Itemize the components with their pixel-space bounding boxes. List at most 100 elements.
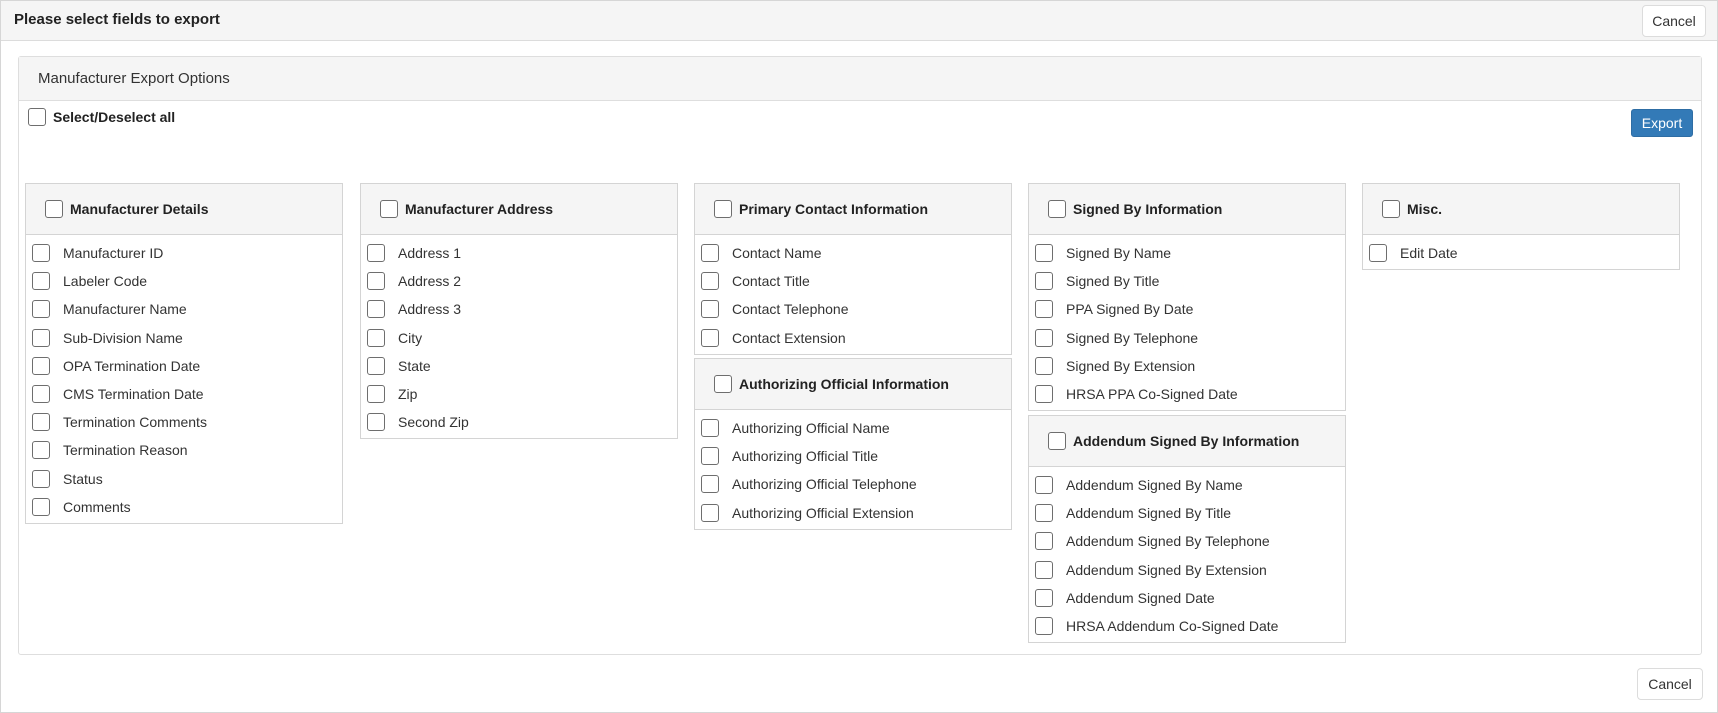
field-option-addendum-signed-date[interactable]: Addendum Signed Date — [1029, 584, 1345, 612]
field-option-hrsa-ppa-co-signed-date[interactable]: HRSA PPA Co-Signed Date — [1029, 380, 1345, 408]
group-select-checkbox[interactable] — [1048, 432, 1066, 450]
field-option-edit-date[interactable]: Edit Date — [1363, 239, 1679, 267]
field-option-address-2[interactable]: Address 2 — [361, 267, 677, 295]
field-checkbox[interactable] — [1035, 476, 1053, 495]
field-checkbox[interactable] — [701, 419, 719, 438]
field-checkbox[interactable] — [32, 300, 50, 319]
field-checkbox[interactable] — [32, 441, 50, 460]
group-header[interactable]: Addendum Signed By Information — [1029, 416, 1345, 467]
field-checkbox[interactable] — [32, 328, 50, 347]
select-all-option[interactable]: Select/Deselect all — [28, 107, 175, 127]
field-checkbox[interactable] — [367, 300, 385, 319]
field-checkbox[interactable] — [701, 447, 719, 466]
field-checkbox[interactable] — [701, 475, 719, 494]
field-checkbox[interactable] — [1035, 385, 1053, 404]
field-checkbox[interactable] — [367, 244, 385, 263]
field-option-sub-division-name[interactable]: Sub-Division Name — [26, 324, 342, 352]
field-checkbox[interactable] — [1035, 328, 1053, 347]
field-option-authorizing-official-telephone[interactable]: Authorizing Official Telephone — [695, 470, 1011, 498]
field-option-addendum-signed-by-name[interactable]: Addendum Signed By Name — [1029, 471, 1345, 499]
field-option-second-zip[interactable]: Second Zip — [361, 408, 677, 436]
field-option-contact-title[interactable]: Contact Title — [695, 267, 1011, 295]
group-header[interactable]: Manufacturer Details — [26, 184, 342, 235]
field-option-address-1[interactable]: Address 1 — [361, 239, 677, 267]
group-header[interactable]: Misc. — [1363, 184, 1679, 235]
field-checkbox[interactable] — [701, 503, 719, 522]
group-select-checkbox[interactable] — [1382, 200, 1400, 218]
field-option-termination-comments[interactable]: Termination Comments — [26, 408, 342, 436]
field-checkbox[interactable] — [701, 244, 719, 263]
field-option-comments[interactable]: Comments — [26, 493, 342, 521]
field-option-contact-extension[interactable]: Contact Extension — [695, 324, 1011, 352]
cancel-button-bottom[interactable]: Cancel — [1637, 668, 1703, 700]
field-option-signed-by-title[interactable]: Signed By Title — [1029, 267, 1345, 295]
field-checkbox[interactable] — [1035, 560, 1053, 579]
field-checkbox[interactable] — [367, 272, 385, 291]
field-label: Signed By Name — [1066, 245, 1172, 262]
field-option-city[interactable]: City — [361, 324, 677, 352]
field-option-state[interactable]: State — [361, 352, 677, 380]
group-title: Manufacturer Address — [405, 201, 554, 217]
field-checkbox[interactable] — [32, 244, 50, 263]
field-checkbox[interactable] — [1035, 356, 1053, 375]
field-checkbox[interactable] — [1035, 300, 1053, 319]
field-option-zip[interactable]: Zip — [361, 380, 677, 408]
field-label: CMS Termination Date — [63, 386, 204, 403]
field-option-cms-termination-date[interactable]: CMS Termination Date — [26, 380, 342, 408]
field-checkbox[interactable] — [32, 356, 50, 375]
select-all-checkbox[interactable] — [28, 108, 46, 126]
group-field-list: Authorizing Official Name Authorizing Off… — [695, 410, 1011, 529]
group-select-checkbox[interactable] — [380, 200, 398, 218]
group-header[interactable]: Signed By Information — [1029, 184, 1345, 235]
field-checkbox[interactable] — [32, 385, 50, 404]
field-checkbox[interactable] — [701, 272, 719, 291]
field-checkbox[interactable] — [1035, 588, 1053, 607]
field-option-addendum-signed-by-title[interactable]: Addendum Signed By Title — [1029, 499, 1345, 527]
field-option-contact-telephone[interactable]: Contact Telephone — [695, 295, 1011, 323]
field-checkbox[interactable] — [32, 497, 50, 516]
field-option-addendum-signed-by-telephone[interactable]: Addendum Signed By Telephone — [1029, 527, 1345, 555]
group-header[interactable]: Manufacturer Address — [361, 184, 677, 235]
field-option-hrsa-addendum-co-signed-date[interactable]: HRSA Addendum Co-Signed Date — [1029, 612, 1345, 640]
field-checkbox[interactable] — [32, 413, 50, 432]
group-select-checkbox[interactable] — [1048, 200, 1066, 218]
field-option-address-3[interactable]: Address 3 — [361, 295, 677, 323]
field-checkbox[interactable] — [701, 300, 719, 319]
field-option-status[interactable]: Status — [26, 465, 342, 493]
field-checkbox[interactable] — [1369, 244, 1387, 263]
field-option-opa-termination-date[interactable]: OPA Termination Date — [26, 352, 342, 380]
field-checkbox[interactable] — [1035, 617, 1053, 636]
field-checkbox[interactable] — [701, 328, 719, 347]
field-checkbox[interactable] — [1035, 532, 1053, 551]
field-option-manufacturer-name[interactable]: Manufacturer Name — [26, 295, 342, 323]
field-option-contact-name[interactable]: Contact Name — [695, 239, 1011, 267]
cancel-button-top[interactable]: Cancel — [1642, 5, 1706, 37]
field-option-authorizing-official-name[interactable]: Authorizing Official Name — [695, 414, 1011, 442]
field-option-authorizing-official-title[interactable]: Authorizing Official Title — [695, 442, 1011, 470]
field-checkbox[interactable] — [1035, 244, 1053, 263]
field-checkbox[interactable] — [32, 469, 50, 488]
field-option-manufacturer-id[interactable]: Manufacturer ID — [26, 239, 342, 267]
field-checkbox[interactable] — [1035, 504, 1053, 523]
group-header[interactable]: Authorizing Official Information — [695, 359, 1011, 410]
group-select-checkbox[interactable] — [714, 375, 732, 393]
field-option-authorizing-official-extension[interactable]: Authorizing Official Extension — [695, 499, 1011, 527]
field-checkbox[interactable] — [367, 413, 385, 432]
field-option-signed-by-extension[interactable]: Signed By Extension — [1029, 352, 1345, 380]
group-select-checkbox[interactable] — [714, 200, 732, 218]
field-checkbox[interactable] — [1035, 272, 1053, 291]
field-checkbox[interactable] — [367, 385, 385, 404]
field-checkbox[interactable] — [32, 272, 50, 291]
field-checkbox[interactable] — [367, 328, 385, 347]
export-button[interactable]: Export — [1631, 109, 1693, 137]
group-header[interactable]: Primary Contact Information — [695, 184, 1011, 235]
field-label: Signed By Telephone — [1066, 329, 1199, 346]
field-option-ppa-signed-by-date[interactable]: PPA Signed By Date — [1029, 295, 1345, 323]
field-checkbox[interactable] — [367, 356, 385, 375]
field-option-termination-reason[interactable]: Termination Reason — [26, 436, 342, 464]
field-option-addendum-signed-by-extension[interactable]: Addendum Signed By Extension — [1029, 556, 1345, 584]
field-option-signed-by-name[interactable]: Signed By Name — [1029, 239, 1345, 267]
field-option-signed-by-telephone[interactable]: Signed By Telephone — [1029, 324, 1345, 352]
group-select-checkbox[interactable] — [45, 200, 63, 218]
field-option-labeler-code[interactable]: Labeler Code — [26, 267, 342, 295]
